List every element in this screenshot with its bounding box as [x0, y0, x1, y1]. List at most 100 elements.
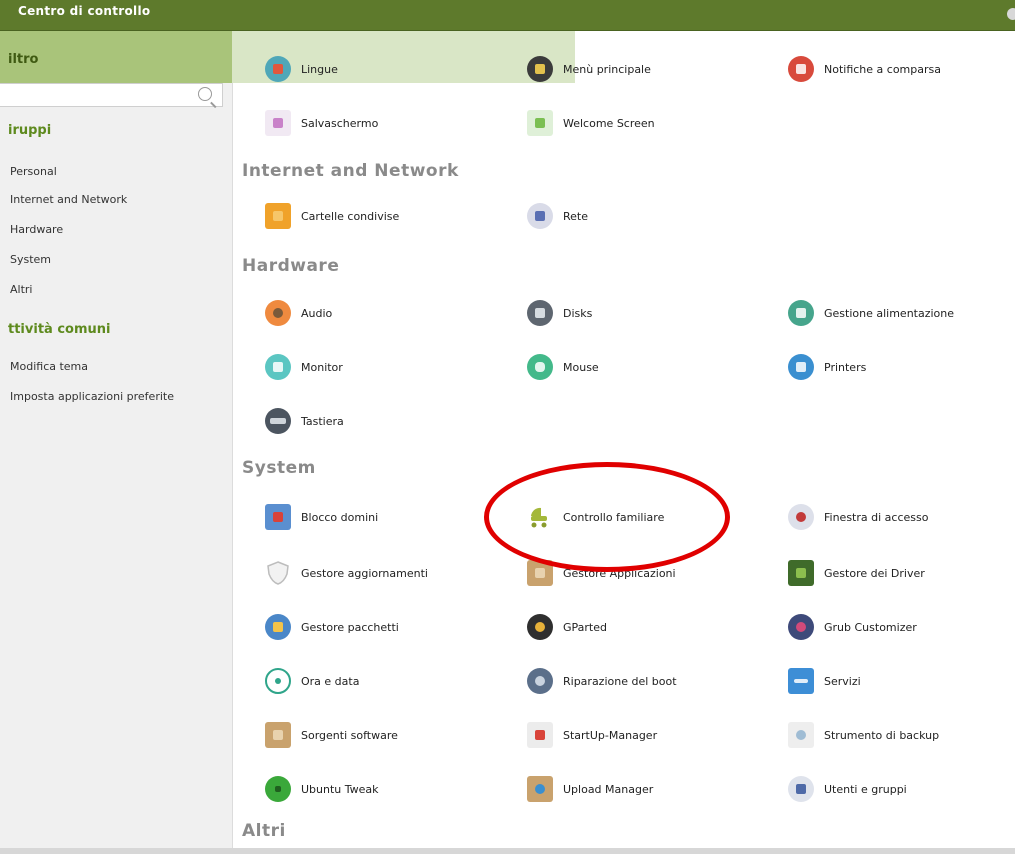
package-icon [265, 614, 291, 640]
filter-label: iltro [8, 52, 39, 67]
item-mouse[interactable]: Mouse [527, 350, 599, 384]
item-ubuntu-tweak[interactable]: Ubuntu Tweak [265, 772, 379, 806]
screensaver-icon [265, 110, 291, 136]
shield-icon [265, 560, 291, 586]
item-lingue[interactable]: Lingue [265, 52, 338, 86]
item-label: Grub Customizer [824, 620, 917, 634]
language-icon [265, 56, 291, 82]
clock-icon [265, 668, 291, 694]
mouse-icon [527, 354, 553, 380]
item-label: Menù principale [563, 62, 651, 76]
item-audio[interactable]: Audio [265, 296, 332, 330]
item-startup-manager[interactable]: StartUp-Manager [527, 718, 657, 752]
domain-block-icon [265, 504, 291, 530]
item-sorgenti-software[interactable]: Sorgenti software [265, 718, 398, 752]
item-printers[interactable]: Printers [788, 350, 866, 384]
disk-icon [527, 300, 553, 326]
printer-icon [788, 354, 814, 380]
item-label: Riparazione del boot [563, 674, 677, 688]
item-welcome-screen[interactable]: Welcome Screen [527, 106, 655, 140]
search-icon [198, 87, 212, 101]
item-label: Finestra di accesso [824, 510, 929, 524]
item-servizi[interactable]: Servizi [788, 664, 861, 698]
sidebar [0, 31, 233, 854]
item-ora-data[interactable]: Ora e data [265, 664, 359, 698]
item-label: Gestore pacchetti [301, 620, 399, 634]
item-label: Upload Manager [563, 782, 654, 796]
section-altri: Altri [242, 821, 286, 841]
item-finestra-accesso[interactable]: Finestra di accesso [788, 500, 928, 534]
upload-icon [527, 776, 553, 802]
network-icon [527, 203, 553, 229]
tweak-icon [265, 776, 291, 802]
item-notifiche[interactable]: Notifiche a comparsa [788, 52, 941, 86]
item-strumento-backup[interactable]: Strumento di backup [788, 718, 939, 752]
groups-heading: iruppi [8, 123, 52, 138]
keyboard-icon [265, 408, 291, 434]
item-cartelle-condivise[interactable]: Cartelle condivise [265, 199, 399, 233]
item-label: Audio [301, 306, 333, 320]
item-disks[interactable]: Disks [527, 296, 592, 330]
item-label: Salvaschermo [301, 116, 379, 130]
item-blocco-domini[interactable]: Blocco domini [265, 500, 378, 534]
item-riparazione-boot[interactable]: Riparazione del boot [527, 664, 677, 698]
boot-repair-icon [527, 668, 553, 694]
sidebar-item-internet[interactable]: Internet and Network [10, 193, 127, 206]
item-label: Sorgenti software [301, 728, 398, 742]
folder-icon [265, 203, 291, 229]
users-icon [788, 776, 814, 802]
section-hardware: Hardware [242, 256, 340, 276]
item-gparted[interactable]: GParted [527, 610, 607, 644]
software-sources-icon [265, 722, 291, 748]
startup-icon [527, 722, 553, 748]
item-utenti-gruppi[interactable]: Utenti e gruppi [788, 772, 907, 806]
sidebar-item-modifica-tema[interactable]: Modifica tema [10, 360, 88, 373]
item-label: Printers [824, 360, 867, 374]
item-label: Utenti e gruppi [824, 782, 907, 796]
gparted-icon [527, 614, 553, 640]
window-bottom-border [0, 848, 1015, 854]
item-label: Gestore aggiornamenti [301, 566, 428, 580]
item-label: Cartelle condivise [301, 209, 400, 223]
monitor-icon [265, 354, 291, 380]
highlight-ring [484, 462, 730, 572]
grub-icon [788, 614, 814, 640]
item-label: Disks [563, 306, 593, 320]
item-label: Gestione alimentazione [824, 306, 955, 320]
item-gestore-pacchetti[interactable]: Gestore pacchetti [265, 610, 399, 644]
item-label: Blocco domini [301, 510, 379, 524]
item-salvaschermo[interactable]: Salvaschermo [265, 106, 378, 140]
item-label: Welcome Screen [563, 116, 655, 130]
notification-icon [788, 56, 814, 82]
close-icon[interactable] [1007, 8, 1015, 20]
item-label: StartUp-Manager [563, 728, 658, 742]
chip-icon [788, 560, 814, 586]
sidebar-item-hardware[interactable]: Hardware [10, 223, 63, 236]
title-bar: Centro di controllo [0, 0, 1015, 31]
search-input[interactable] [0, 83, 223, 107]
item-grub-customizer[interactable]: Grub Customizer [788, 610, 917, 644]
speaker-icon [265, 300, 291, 326]
item-label: Monitor [301, 360, 343, 374]
item-monitor[interactable]: Monitor [265, 350, 343, 384]
sidebar-item-system[interactable]: System [10, 253, 51, 266]
item-tastiera[interactable]: Tastiera [265, 404, 344, 438]
sidebar-item-personal[interactable]: Personal [10, 165, 57, 178]
menu-icon [527, 56, 553, 82]
item-label: Ubuntu Tweak [301, 782, 379, 796]
item-rete[interactable]: Rete [527, 199, 588, 233]
item-label: Notifiche a comparsa [824, 62, 941, 76]
login-window-icon [788, 504, 814, 530]
sidebar-item-applicazioni-preferite[interactable]: Imposta applicazioni preferite [10, 390, 174, 403]
item-label: Rete [563, 209, 588, 223]
power-icon [788, 300, 814, 326]
item-gestore-aggiornamenti[interactable]: Gestore aggiornamenti [265, 556, 428, 590]
item-upload-manager[interactable]: Upload Manager [527, 772, 653, 806]
item-gestione-alimentazione[interactable]: Gestione alimentazione [788, 296, 954, 330]
section-system: System [242, 458, 316, 478]
item-gestore-driver[interactable]: Gestore dei Driver [788, 556, 925, 590]
services-icon [788, 668, 814, 694]
sidebar-item-altri[interactable]: Altri [10, 283, 32, 296]
item-menu-principale[interactable]: Menù principale [527, 52, 651, 86]
section-internet: Internet and Network [242, 161, 459, 181]
